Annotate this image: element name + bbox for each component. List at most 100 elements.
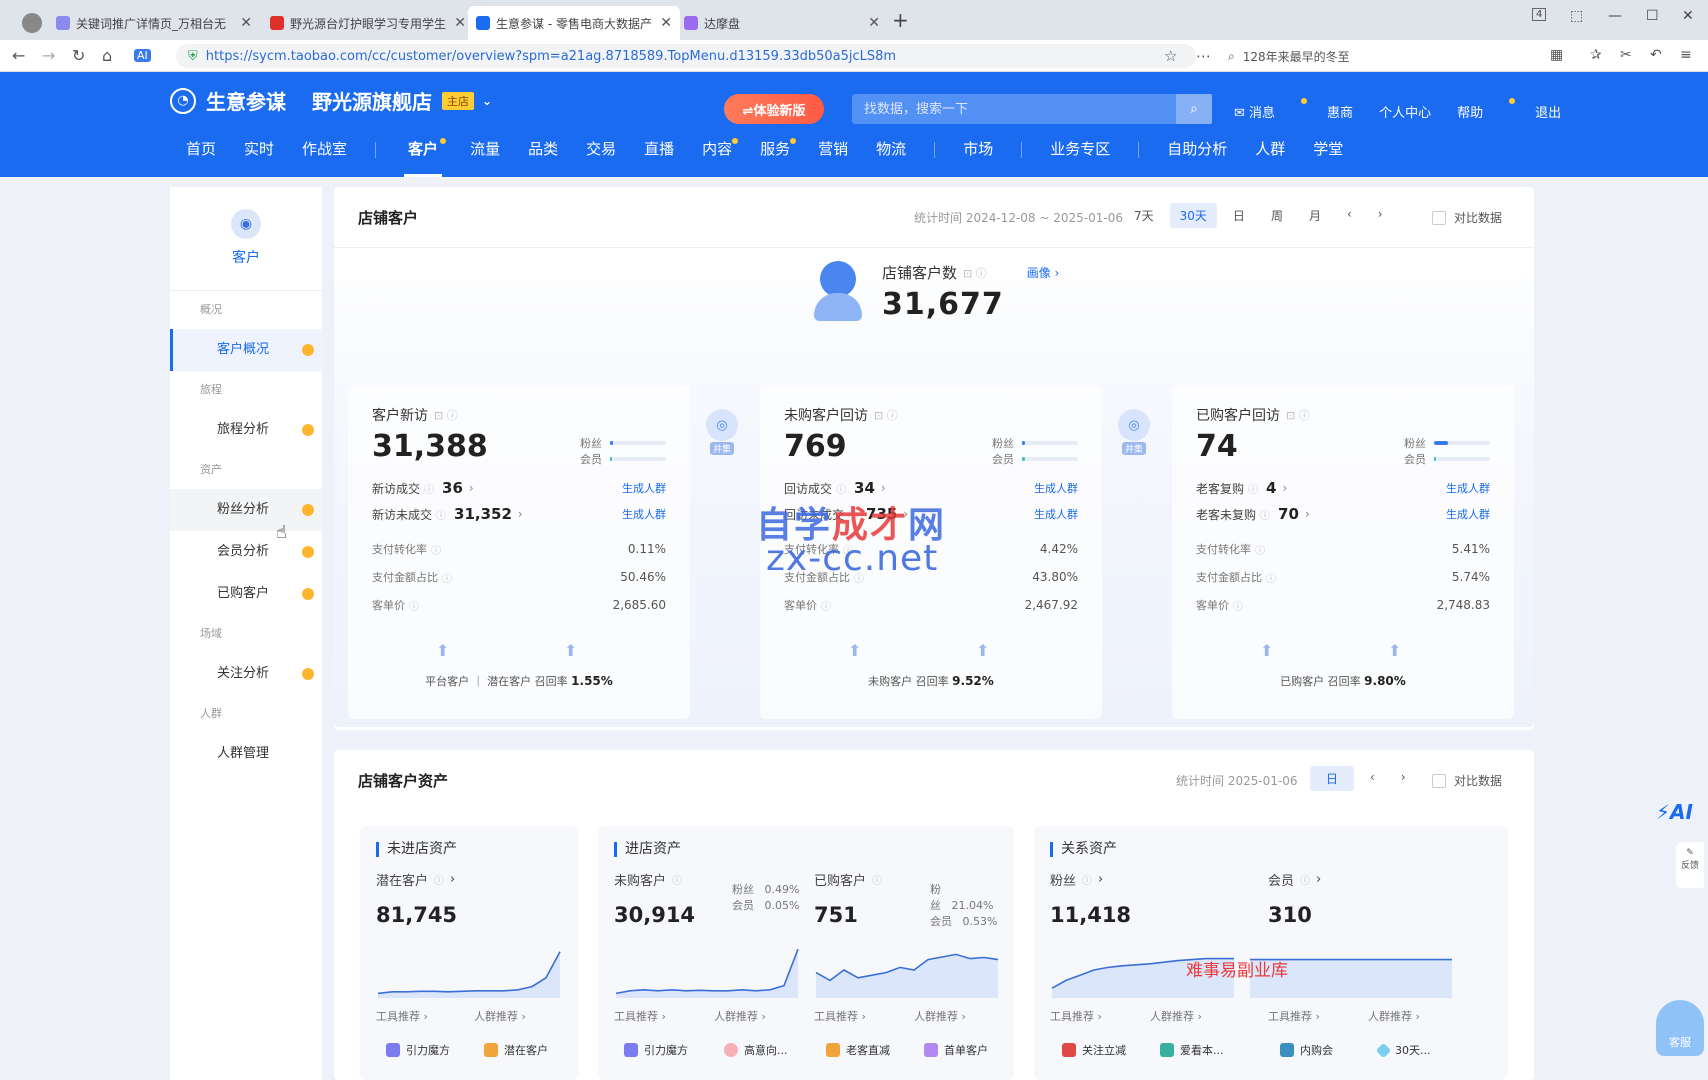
- ai-assistant-button[interactable]: ⚡AI: [1656, 800, 1704, 836]
- customer-service-button[interactable]: 客服: [1656, 1000, 1704, 1056]
- generate-crowd-link[interactable]: 生成人群: [1034, 480, 1078, 496]
- sidebar-item-members[interactable]: 会员分析: [170, 531, 322, 573]
- header-link-help[interactable]: 帮助: [1457, 98, 1516, 121]
- info-icon[interactable]: ⓘ: [1255, 542, 1265, 557]
- forward-icon[interactable]: →: [42, 46, 55, 65]
- shop-switcher[interactable]: 野光源旗舰店 主店 ⌄: [312, 86, 492, 115]
- info-icon[interactable]: ⓘ: [836, 481, 846, 496]
- nav-crowd[interactable]: 人群: [1255, 134, 1285, 177]
- recommend-chip[interactable]: 内购会: [1280, 1042, 1333, 1058]
- favorites-icon[interactable]: ✰: [1590, 47, 1602, 63]
- recommend-chip[interactable]: 老客直减: [826, 1042, 890, 1058]
- header-link-huishang[interactable]: 惠商: [1327, 102, 1353, 121]
- browser-tab-2[interactable]: 野光源台灯护眼学习专用学生 ✕: [262, 6, 474, 40]
- tab-close-icon[interactable]: ✕: [660, 15, 672, 31]
- compare-checkbox[interactable]: [1432, 773, 1446, 788]
- compare-toggle[interactable]: 对比数据: [1432, 209, 1502, 226]
- window-minimize-icon[interactable]: —: [1608, 8, 1622, 24]
- feedback-button[interactable]: ✎ 反馈: [1676, 842, 1704, 888]
- nav-academy[interactable]: 学堂: [1313, 134, 1343, 177]
- sidebar-item-overview[interactable]: 客户概况: [170, 329, 322, 371]
- header-link-profile[interactable]: 个人中心: [1379, 102, 1431, 121]
- nav-realtime[interactable]: 实时: [244, 134, 274, 177]
- crowd-recommend-link[interactable]: 人群推荐 ›: [914, 1008, 966, 1024]
- info-icon[interactable]: ⓘ: [1260, 507, 1270, 522]
- reload-icon[interactable]: ↻: [72, 46, 85, 65]
- info-icon[interactable]: ⓘ: [1082, 872, 1092, 887]
- browser-search[interactable]: ⌕ 128年来最早的冬至: [1228, 44, 1528, 68]
- period-30d[interactable]: 30天: [1169, 203, 1217, 228]
- try-new-version-button[interactable]: ⇌体验新版: [724, 94, 824, 124]
- recommend-chip[interactable]: 首单客户: [924, 1042, 988, 1058]
- browser-profile-icon[interactable]: [14, 6, 42, 40]
- recommend-chip[interactable]: 爱看本...: [1160, 1042, 1224, 1058]
- app-logo[interactable]: ◔ 生意参谋: [170, 86, 286, 115]
- chevron-right-icon[interactable]: ›: [469, 481, 474, 495]
- tool-recommend-link[interactable]: 工具推荐 ›: [614, 1008, 666, 1024]
- url-field[interactable]: ⛨ https://sycm.taobao.com/cc/customer/ove…: [176, 44, 1196, 68]
- tool-recommend-link[interactable]: 工具推荐 ›: [1050, 1008, 1102, 1024]
- bookmark-star-icon[interactable]: ☆: [1164, 47, 1177, 65]
- browser-tab-1[interactable]: 关键词推广详情页_万相台无 ✕: [48, 6, 260, 40]
- asset-label-row[interactable]: 粉丝 ⓘ ›: [1050, 870, 1260, 889]
- tab-close-icon[interactable]: ✕: [454, 15, 466, 31]
- generate-crowd-link[interactable]: 生成人群: [622, 506, 666, 522]
- period-week[interactable]: 周: [1261, 203, 1293, 228]
- info-icon[interactable]: ⓘ: [1266, 570, 1276, 585]
- info-icon[interactable]: ⓘ: [442, 570, 452, 585]
- info-icon[interactable]: ⓘ: [424, 481, 434, 496]
- nav-logistics[interactable]: 物流: [876, 134, 906, 177]
- sidebar-item-follow[interactable]: 关注分析: [170, 653, 322, 695]
- compare-checkbox[interactable]: [1432, 210, 1446, 225]
- period-month[interactable]: 月: [1299, 203, 1331, 228]
- back-icon[interactable]: ←: [12, 46, 25, 65]
- scissors-icon[interactable]: ✂: [1620, 47, 1632, 63]
- search-icon[interactable]: ⌕: [1176, 94, 1212, 124]
- info-icon[interactable]: ⓘ: [1248, 481, 1258, 496]
- nav-marketing[interactable]: 营销: [818, 134, 848, 177]
- crowd-recommend-link[interactable]: 人群推荐 ›: [1150, 1008, 1202, 1024]
- window-count-badge[interactable]: 4: [1532, 8, 1547, 21]
- tool-recommend-link[interactable]: 工具推荐 ›: [814, 1008, 866, 1024]
- generate-crowd-link[interactable]: 生成人群: [622, 480, 666, 496]
- info-icon[interactable]: ⓘ: [431, 542, 441, 557]
- recommend-chip[interactable]: 关注立减: [1062, 1042, 1126, 1058]
- home-icon[interactable]: ⌂: [102, 46, 112, 65]
- info-icon[interactable]: ⊡ ⓘ: [434, 407, 458, 423]
- chevron-right-icon[interactable]: ›: [1305, 507, 1310, 521]
- crowd-recommend-link[interactable]: 人群推荐 ›: [474, 1008, 526, 1024]
- tool-recommend-link[interactable]: 工具推荐 ›: [376, 1008, 428, 1024]
- sidebar-item-purchased[interactable]: 已购客户: [170, 573, 322, 615]
- header-search-input[interactable]: [852, 94, 1172, 124]
- header-link-logout[interactable]: 退出: [1535, 102, 1561, 121]
- nav-content[interactable]: 内容: [702, 134, 739, 177]
- info-icon[interactable]: ⓘ: [434, 872, 444, 887]
- chevron-right-icon[interactable]: ›: [1282, 481, 1287, 495]
- generate-crowd-link[interactable]: 生成人群: [1446, 506, 1490, 522]
- browser-tab-4[interactable]: 达摩盘 ✕: [676, 6, 888, 40]
- prev-chevron-icon[interactable]: ‹: [1360, 766, 1385, 791]
- generate-crowd-link[interactable]: 生成人群: [1446, 480, 1490, 496]
- info-icon[interactable]: ⓘ: [672, 872, 682, 887]
- tool-recommend-link[interactable]: 工具推荐 ›: [1268, 1008, 1320, 1024]
- info-icon[interactable]: ⊡ ⓘ: [874, 407, 898, 423]
- sidebar-item-fans[interactable]: 粉丝分析: [170, 489, 322, 531]
- portrait-link[interactable]: 画像 ›: [1027, 264, 1060, 281]
- next-chevron-icon[interactable]: ›: [1391, 766, 1416, 791]
- info-icon[interactable]: ⓘ: [436, 507, 446, 522]
- chevron-right-icon[interactable]: ›: [518, 507, 523, 521]
- nav-self-analysis[interactable]: 自助分析: [1167, 134, 1227, 177]
- generate-crowd-link[interactable]: 生成人群: [1034, 506, 1078, 522]
- more-icon[interactable]: ⋯: [1196, 47, 1211, 65]
- period-day[interactable]: 日: [1223, 203, 1255, 228]
- new-tab-button[interactable]: +: [892, 8, 909, 32]
- nav-customer[interactable]: 客户: [404, 134, 447, 177]
- next-chevron-icon[interactable]: ›: [1368, 203, 1393, 228]
- tab-close-icon[interactable]: ✕: [868, 15, 880, 31]
- crowd-recommend-link[interactable]: 人群推荐 ›: [714, 1008, 766, 1024]
- nav-home[interactable]: 首页: [186, 134, 216, 177]
- recommend-chip[interactable]: 引力魔方: [624, 1042, 688, 1058]
- undo-icon[interactable]: ↶: [1650, 47, 1662, 63]
- info-icon[interactable]: ⊡ ⓘ: [963, 265, 987, 281]
- prev-chevron-icon[interactable]: ‹: [1337, 203, 1362, 228]
